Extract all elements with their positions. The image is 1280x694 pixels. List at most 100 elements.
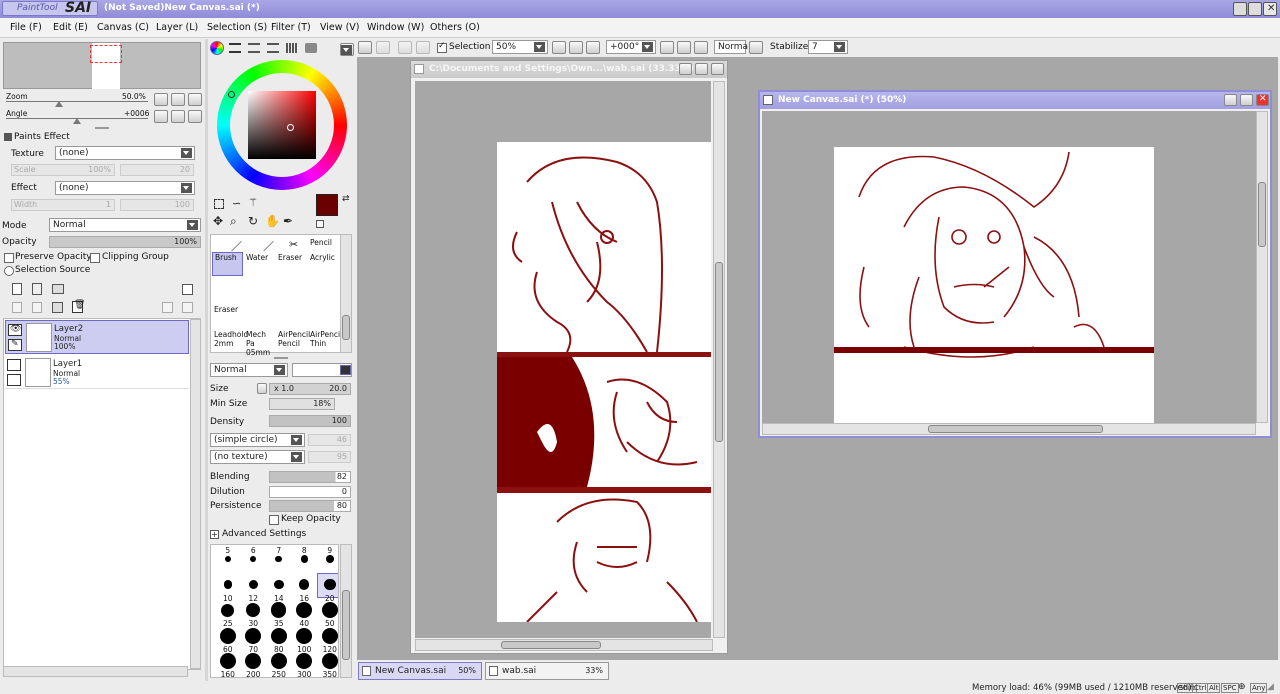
close-button[interactable]: ✕ <box>1263 2 1277 16</box>
persistence-slider[interactable]: 80 <box>269 500 351 512</box>
document-window-titlebar[interactable]: C:\Documents and Settings\Own...\wab.sai… <box>411 61 727 78</box>
zoom-out-button[interactable] <box>154 93 168 106</box>
brush-shape-select[interactable]: (simple circle) <box>210 433 305 447</box>
blend-mode-select[interactable]: Normal <box>49 218 201 232</box>
color-wheel-tab-icon[interactable] <box>210 41 224 55</box>
doc-tab-wab[interactable]: wab.sai 33% <box>485 662 609 680</box>
minimize-button[interactable] <box>1233 2 1247 16</box>
collapse-icon[interactable] <box>4 133 12 141</box>
maximize-button[interactable] <box>1248 2 1262 16</box>
document-window-titlebar[interactable]: New Canvas.sai (*) (50%) ✕ <box>760 92 1270 109</box>
merge-down-icon[interactable] <box>32 302 42 313</box>
new-folder-icon[interactable] <box>52 284 64 294</box>
scroll-thumb[interactable] <box>501 641 601 649</box>
menu-layer[interactable]: Layer (L) <box>156 22 198 33</box>
hsv-slider-tab-icon[interactable] <box>248 43 260 53</box>
effect-select[interactable]: (none) <box>55 181 195 195</box>
clipping-group-checkbox[interactable] <box>90 253 100 263</box>
doc-minimize-button[interactable] <box>679 63 692 75</box>
scratchpad-tab-icon[interactable] <box>305 43 317 53</box>
layer-list-scrollbar[interactable] <box>190 319 201 669</box>
tool-eraser-2[interactable]: Eraser <box>214 305 238 314</box>
doc-vertical-scrollbar[interactable] <box>1256 111 1268 423</box>
brush-mode-select[interactable]: Normal <box>210 363 288 377</box>
size-grid-scrollbar[interactable] <box>340 544 352 678</box>
lasso-icon[interactable]: ∽ <box>232 197 241 210</box>
toolbar-zoom-out-button[interactable] <box>552 41 566 54</box>
toolbar-rotate-left-button[interactable] <box>660 41 674 54</box>
tool-mech-pencil[interactable]: Mech Pa 05mm <box>246 330 276 357</box>
menu-others[interactable]: Others (O) <box>430 22 480 33</box>
drawing-paper[interactable] <box>497 142 711 622</box>
eyedropper-icon[interactable]: ✒ <box>283 214 293 228</box>
scroll-thumb[interactable] <box>342 315 350 340</box>
eye-icon[interactable]: 👁 <box>8 324 22 336</box>
rotate-right-button[interactable] <box>171 110 185 123</box>
stabilizer-select[interactable]: 7 <box>808 40 848 54</box>
new-layer-icon[interactable] <box>12 283 22 295</box>
layer-row-layer2[interactable]: 👁 ✎ Layer2 Normal 100% <box>5 320 189 354</box>
drawing-paper[interactable] <box>834 147 1154 423</box>
zoom-reset-button[interactable] <box>188 93 202 106</box>
toolbar-zoom-reset-button[interactable] <box>586 41 600 54</box>
layer-row-layer1[interactable]: Layer1 Normal 55% <box>5 356 189 389</box>
menu-view[interactable]: View (V) <box>320 22 359 33</box>
scroll-thumb[interactable] <box>1258 182 1266 247</box>
color-mixer-tab-icon[interactable] <box>267 43 279 53</box>
menu-window[interactable]: Window (W) <box>367 22 424 33</box>
rect-select-icon[interactable] <box>214 199 224 209</box>
density-slider[interactable]: 100 <box>269 415 351 427</box>
doc-vertical-scrollbar[interactable] <box>713 81 725 638</box>
rotate-tool-icon[interactable]: ↻ <box>248 214 258 228</box>
pen-icon[interactable]: ✎ <box>8 339 22 351</box>
tool-eraser[interactable]: Eraser <box>278 253 302 262</box>
tool-water[interactable]: Water <box>246 253 268 262</box>
panel-menu-button[interactable] <box>340 43 354 56</box>
scroll-thumb[interactable] <box>342 590 350 660</box>
delete-layer-icon[interactable]: 🗑 <box>72 300 85 313</box>
toolbar-rotate-right-button[interactable] <box>677 41 691 54</box>
dilution-slider[interactable]: 0 <box>269 486 351 498</box>
redo-button[interactable] <box>376 41 390 54</box>
visibility-toggle[interactable] <box>7 359 21 371</box>
pen-tool-icon[interactable]: ／ <box>263 238 274 254</box>
hand-icon[interactable]: ✋ <box>265 214 280 228</box>
layer-down-icon[interactable] <box>182 302 193 313</box>
angle-select[interactable]: +000° <box>606 40 656 54</box>
sv-picker-cursor[interactable] <box>287 124 294 131</box>
menu-canvas[interactable]: Canvas (C) <box>97 22 149 33</box>
magic-wand-icon[interactable]: ⚚ <box>248 196 258 209</box>
edit-toggle[interactable] <box>7 374 21 386</box>
document-window-new-canvas[interactable]: New Canvas.sai (*) (50%) ✕ <box>758 90 1272 438</box>
deselect-button[interactable] <box>398 41 412 54</box>
document-viewport[interactable] <box>415 81 711 638</box>
menu-file[interactable]: File (F) <box>10 22 42 33</box>
hue-ring[interactable] <box>217 60 347 190</box>
panel-splitter[interactable] <box>95 127 109 129</box>
min-size-slider[interactable]: 18% <box>269 398 335 410</box>
scroll-thumb[interactable] <box>715 262 723 442</box>
zoom-in-button[interactable] <box>171 93 185 106</box>
menu-edit[interactable]: Edit (E) <box>53 22 88 33</box>
opacity-slider[interactable]: 100% <box>49 236 201 248</box>
toolbar-rotate-reset-button[interactable] <box>694 41 708 54</box>
doc-close-button[interactable]: ✕ <box>1256 94 1269 106</box>
clear-layer-icon[interactable] <box>52 302 63 313</box>
navigator-preview[interactable] <box>3 42 201 89</box>
document-viewport[interactable] <box>762 111 1256 423</box>
doc-horizontal-scrollbar[interactable] <box>415 639 713 651</box>
toolbar-zoom-in-button[interactable] <box>569 41 583 54</box>
size-multiplier-button[interactable] <box>257 383 267 394</box>
doc-tab-new-canvas[interactable]: New Canvas.sai 50% <box>358 662 482 680</box>
doc-minimize-button[interactable] <box>1224 94 1237 106</box>
brush-shape-square[interactable] <box>340 365 351 375</box>
hue-picker-cursor[interactable] <box>228 91 235 98</box>
rgb-slider-tab-icon[interactable] <box>229 43 241 53</box>
scroll-thumb[interactable] <box>928 425 1103 433</box>
keep-opacity-checkbox[interactable] <box>269 515 279 525</box>
doc-close-button[interactable] <box>711 63 724 75</box>
expand-icon[interactable]: + <box>210 530 219 539</box>
tool-airpencil-thin[interactable]: AirPencil Thin <box>310 330 342 348</box>
texture-select[interactable]: (none) <box>55 146 195 160</box>
tool-pencil[interactable]: Pencil <box>310 238 338 247</box>
